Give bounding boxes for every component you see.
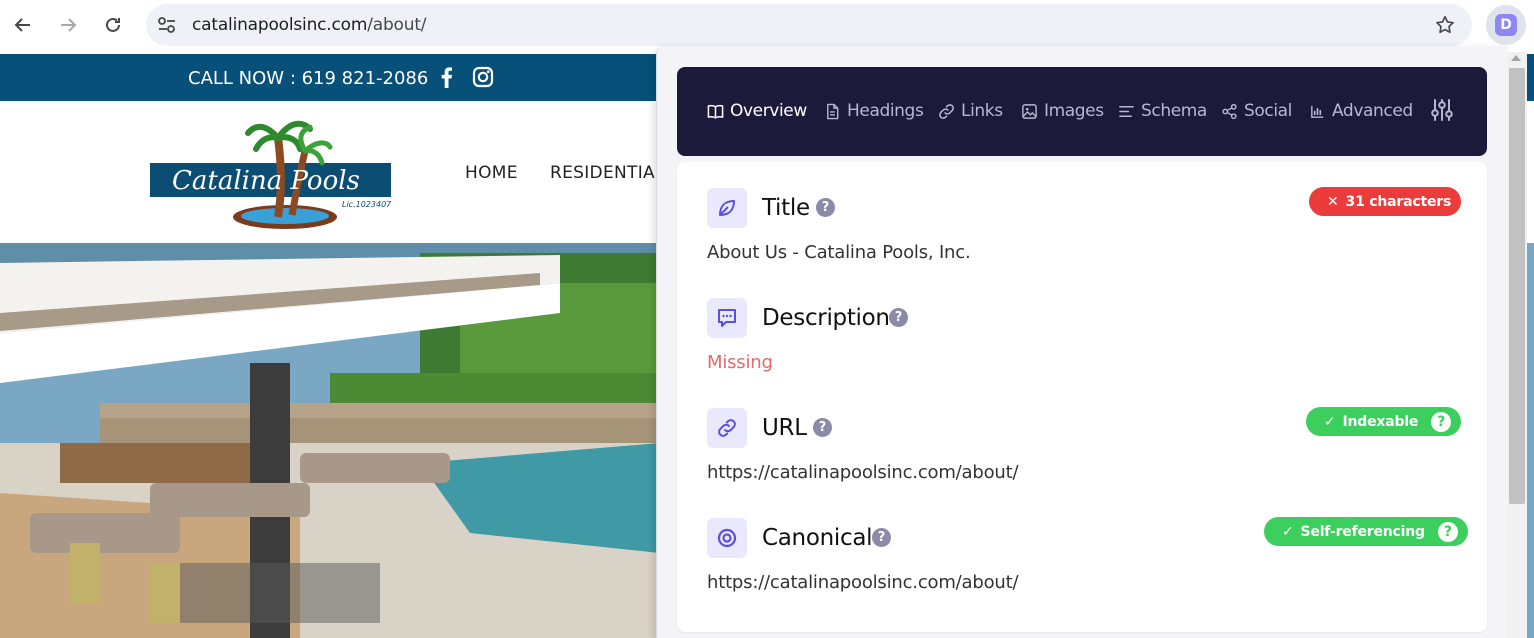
logo-text: Catalina Pools xyxy=(172,166,360,196)
reload-icon xyxy=(106,17,120,32)
call-now-text[interactable]: CALL NOW : 619 821-2086 xyxy=(188,68,428,89)
logo-license: Lic.1023407 xyxy=(342,200,391,209)
url-field-icon xyxy=(707,408,747,448)
url-label: URL xyxy=(762,415,807,441)
scroll-up-arrow-icon[interactable] xyxy=(1511,55,1521,61)
browser-toolbar: catalinapoolsinc.com/about/ D xyxy=(0,0,1534,52)
back-button[interactable] xyxy=(8,10,38,40)
bookmark-star-icon[interactable] xyxy=(1434,14,1456,36)
arrow-left-icon xyxy=(14,18,30,32)
x-icon: ✕ xyxy=(1327,193,1339,210)
tab-label: Schema xyxy=(1141,101,1207,121)
self-referencing-help-icon[interactable]: ? xyxy=(1437,521,1458,542)
self-referencing-badge: ✓ Self-referencing ? xyxy=(1264,517,1468,546)
tab-schema[interactable]: Schema xyxy=(1118,101,1207,121)
description-value: Missing xyxy=(707,352,773,373)
description-label: Description xyxy=(762,305,890,331)
site-settings-icon[interactable] xyxy=(156,15,178,35)
url-text[interactable]: catalinapoolsinc.com/about/ xyxy=(192,15,427,35)
check-icon: ✓ xyxy=(1282,523,1294,540)
scrollbar-thumb[interactable] xyxy=(1509,68,1525,504)
menu-item-residential[interactable]: RESIDENTIAL xyxy=(550,163,665,183)
description-field-icon xyxy=(707,298,747,338)
tab-label: Social xyxy=(1244,101,1293,121)
instagram-icon[interactable] xyxy=(472,66,494,88)
facebook-icon[interactable] xyxy=(438,66,454,88)
seo-extension-panel: Overview Headings Links Images Schema So… xyxy=(656,46,1508,638)
canonical-help-icon[interactable]: ? xyxy=(872,528,891,547)
canonical-label: Canonical xyxy=(762,525,873,551)
arrow-right-icon xyxy=(61,18,77,32)
url-domain: catalinapoolsinc.com xyxy=(192,15,368,35)
url-path: /about/ xyxy=(367,15,427,35)
link-icon xyxy=(939,103,954,119)
canonical-value: https://catalinapoolsinc.com/about/ xyxy=(707,572,1019,593)
tab-headings[interactable]: Headings xyxy=(824,101,924,121)
tab-label: Headings xyxy=(847,101,924,121)
tab-label: Images xyxy=(1044,101,1104,121)
menu-item-home[interactable]: HOME xyxy=(465,163,518,183)
title-label: Title xyxy=(762,195,810,221)
tab-advanced[interactable]: Advanced xyxy=(1309,101,1413,121)
tab-links[interactable]: Links xyxy=(938,101,1003,121)
share-icon xyxy=(1222,103,1237,119)
tab-label: Advanced xyxy=(1332,101,1413,121)
indexable-text: Indexable xyxy=(1342,413,1419,430)
tab-label: Overview xyxy=(730,101,807,121)
description-help-icon[interactable]: ? xyxy=(889,308,908,327)
address-bar[interactable]: catalinapoolsinc.com/about/ xyxy=(146,4,1472,46)
extension-button[interactable]: D xyxy=(1486,5,1526,45)
title-length-badge: ✕ 31 characters xyxy=(1309,187,1462,216)
url-help-icon[interactable]: ? xyxy=(813,418,832,437)
title-help-icon[interactable]: ? xyxy=(816,198,835,217)
title-field-icon xyxy=(707,188,747,228)
tab-social[interactable]: Social xyxy=(1221,101,1292,121)
extension-logo-icon: D xyxy=(1495,14,1517,36)
sliders-icon[interactable] xyxy=(1429,97,1455,123)
url-value: https://catalinapoolsinc.com/about/ xyxy=(707,462,1019,483)
indexable-help-icon[interactable]: ? xyxy=(1431,411,1452,432)
catalina-pools-logo[interactable]: Catalina Pools Lic.1023407 xyxy=(150,113,391,231)
link-icon xyxy=(718,419,736,437)
self-referencing-text: Self-referencing xyxy=(1300,523,1425,540)
forward-button[interactable] xyxy=(53,10,83,40)
tab-bar: Overview Headings Links Images Schema So… xyxy=(677,67,1487,156)
document-icon xyxy=(827,103,839,119)
chart-icon xyxy=(1311,105,1324,118)
target-icon xyxy=(717,528,737,548)
list-icon xyxy=(1119,105,1134,117)
indexable-badge: ✓ Indexable ? xyxy=(1306,407,1462,436)
title-length-text: 31 characters xyxy=(1345,193,1452,210)
check-icon: ✓ xyxy=(1324,413,1336,430)
message-icon xyxy=(718,309,736,327)
image-icon xyxy=(1022,103,1037,119)
leaf-icon xyxy=(719,200,735,216)
overview-card: Title ? ✕ 31 characters About Us - Catali… xyxy=(677,162,1487,632)
tab-images[interactable]: Images xyxy=(1021,101,1104,121)
reload-button[interactable] xyxy=(98,10,128,40)
title-value: About Us - Catalina Pools, Inc. xyxy=(707,242,971,263)
tab-overview[interactable]: Overview xyxy=(707,101,807,121)
canonical-field-icon xyxy=(707,518,747,558)
tab-label: Links xyxy=(961,101,1003,121)
book-icon xyxy=(707,104,724,119)
